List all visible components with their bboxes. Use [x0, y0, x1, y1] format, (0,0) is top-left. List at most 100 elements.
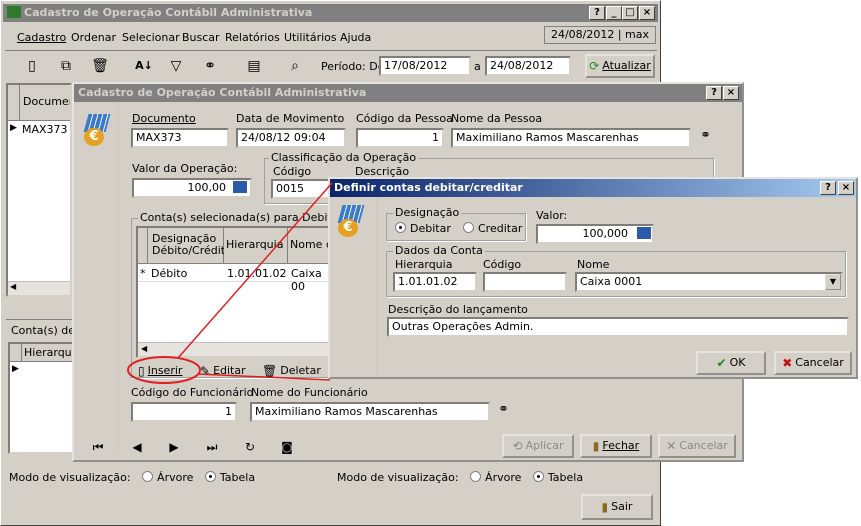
debit-radio[interactable] — [395, 222, 406, 233]
main-tree-radio[interactable] — [142, 471, 154, 482]
filter-icon[interactable]: ▽ — [165, 55, 187, 77]
date-separator: a — [474, 60, 481, 73]
fechar-label: Fechar — [602, 439, 640, 452]
main-tree-radio-2[interactable] — [470, 471, 482, 482]
documents-grid[interactable]: Documento ▶ MAX373 ◀ — [6, 83, 72, 297]
accounts-row-hierarchy: 1.01.01.02 — [227, 267, 287, 280]
apply-button[interactable]: ⟲ Aplicar — [502, 434, 574, 458]
menu-cadastro[interactable]: Cadastro — [17, 31, 66, 44]
preview-icon[interactable]: ⌕ — [284, 55, 306, 77]
calculator-icon[interactable] — [232, 180, 248, 194]
dlg-close-button[interactable]: × — [838, 181, 854, 195]
date-to-field[interactable]: 24/08/2012 — [485, 56, 571, 76]
grid-hscroll[interactable]: ◀ — [8, 281, 70, 295]
delete-button[interactable]: 🗑 Deletar — [262, 364, 321, 378]
hierarchy-field[interactable]: 1.01.01.02 — [393, 272, 477, 292]
cadastro-help-button[interactable]: ? — [706, 86, 722, 100]
accounts-row[interactable]: * Débito 1.01.01.02 Caixa 00 — [138, 264, 334, 293]
emp-search-binoculars-icon[interactable]: ⚭ — [498, 402, 509, 417]
designation-label: Designação — [393, 206, 462, 219]
date-field[interactable]: 24/08/12 09:04 — [236, 128, 346, 148]
update-button[interactable]: ⟳ Atualizar — [585, 54, 655, 78]
lower-grid[interactable]: Hierarquia ▶ — [8, 342, 74, 454]
door-icon: ▮ — [601, 500, 609, 514]
exit-button[interactable]: ▮ Sair — [581, 494, 653, 520]
nav-refresh-icon[interactable]: ↻ — [242, 440, 258, 454]
emp-code-field[interactable]: 1 — [131, 402, 237, 422]
lower-panel: Conta(s) deb Hierarquia ▶ — [6, 319, 82, 459]
emp-name-field[interactable]: Maximiliano Ramos Mascarenhas — [250, 402, 490, 422]
name-select-value: Caixa 0001 — [580, 275, 643, 288]
nav-cancel-edit-icon[interactable]: ◙ — [279, 440, 295, 454]
main-view-mode-2: Modo de visualização: Árvore Tabela — [337, 471, 583, 484]
date-from-field[interactable]: 17/08/2012 — [379, 56, 471, 76]
class-code-field[interactable]: 0015 — [271, 179, 333, 199]
accounts-hscroll[interactable]: ◀ — [138, 342, 334, 356]
code-field[interactable] — [483, 272, 567, 292]
person-name-field[interactable]: Maximiliano Ramos Mascarenhas — [451, 128, 691, 148]
edit-button[interactable]: ✎ Editar — [200, 364, 246, 378]
nav-first-icon[interactable]: ⏮ — [90, 440, 106, 455]
name-select[interactable]: Caixa 0001 — [575, 272, 843, 292]
credit-option[interactable]: Creditar — [463, 222, 522, 235]
dlg-calculator-icon[interactable] — [636, 226, 652, 240]
delete-label: Deletar — [280, 364, 321, 377]
cadastro-separator — [118, 102, 119, 452]
dlg-help-button[interactable]: ? — [820, 181, 836, 195]
ok-button[interactable]: ✔ OK — [696, 351, 766, 375]
page-icon[interactable]: ▤ — [243, 55, 265, 77]
main-table-label-2: Tabela — [547, 471, 584, 484]
menu-ajuda[interactable]: Ajuda — [340, 31, 371, 44]
debit-label: Debitar — [410, 222, 451, 235]
cadastro-close-button[interactable]: × — [723, 86, 739, 100]
doc-field[interactable]: MAX373 — [131, 128, 229, 148]
accounts-col-designation: Designação Débito/Crédito — [148, 228, 232, 264]
credit-radio[interactable] — [463, 222, 474, 233]
accounts-col-hierarchy: Hierarquia — [224, 228, 288, 264]
menu-relatorios[interactable]: Relatórios — [225, 31, 280, 44]
emp-name-label: Nome do Funcionário — [251, 386, 368, 399]
edit-icon: ✎ — [200, 364, 211, 378]
new-icon[interactable]: ▯ — [21, 55, 43, 77]
main-table-radio[interactable] — [204, 471, 216, 482]
account-data-label: Dados da Conta — [393, 244, 485, 257]
debit-option[interactable]: Debitar — [395, 222, 451, 235]
update-label: Atualizar — [602, 59, 651, 72]
help-button[interactable]: ? — [589, 6, 605, 20]
main-table-radio-2[interactable] — [532, 471, 544, 482]
fechar-button[interactable]: ▮ Fechar — [580, 434, 652, 458]
menu-buscar[interactable]: Buscar — [182, 31, 220, 44]
menu-ordenar[interactable]: Ordenar — [71, 31, 116, 44]
binoculars-icon[interactable]: ⚭ — [199, 55, 221, 77]
main-view-mode-label: Modo de visualização: — [9, 471, 131, 484]
credit-label: Creditar — [478, 222, 523, 235]
menu-selecionar[interactable]: Selecionar — [122, 31, 180, 44]
apply-icon: ⟲ — [512, 439, 523, 453]
cadastro-cancel-label: Cancelar — [679, 439, 728, 452]
dlg-cancel-button[interactable]: ✖ Cancelar — [774, 351, 852, 375]
close-button[interactable]: × — [639, 6, 655, 20]
menu-utilitarios[interactable]: Utilitários — [284, 31, 337, 44]
cadastro-cancel-button[interactable]: ✕ Cancelar — [658, 434, 736, 458]
doc-label: Documento — [132, 112, 196, 125]
copy-icon[interactable]: ⧉ — [55, 55, 77, 77]
nav-last-icon[interactable]: ⏭ — [204, 440, 220, 455]
insert-button[interactable]: ▯ Inserir — [138, 364, 182, 378]
minimize-button[interactable]: _ — [606, 6, 622, 20]
accounts-grid[interactable]: Designação Débito/Crédito Hierarquia Nom… — [136, 226, 336, 358]
nav-prev-icon[interactable]: ◀ — [129, 440, 145, 454]
check-icon: ✔ — [716, 356, 727, 370]
nav-next-icon[interactable]: ▶ — [166, 440, 182, 454]
class-group-label: Classificação da Operação — [269, 151, 419, 164]
dlg-value-label: Valor: — [536, 209, 568, 222]
code-label: Código — [483, 258, 522, 271]
accounts-grid-corner — [138, 228, 148, 264]
chevron-down-icon[interactable]: ▼ — [825, 274, 841, 290]
trash-icon[interactable]: 🗑 — [89, 55, 111, 77]
maximize-button[interactable]: □ — [622, 6, 638, 20]
person-search-binoculars-icon[interactable]: ⚭ — [700, 128, 711, 143]
sort-icon[interactable]: A↓ — [133, 55, 155, 77]
person-code-field[interactable]: 1 — [356, 128, 444, 148]
desc-field[interactable]: Outras Operações Admin. — [387, 317, 849, 337]
grid-row-documento[interactable]: MAX373 — [22, 123, 68, 136]
